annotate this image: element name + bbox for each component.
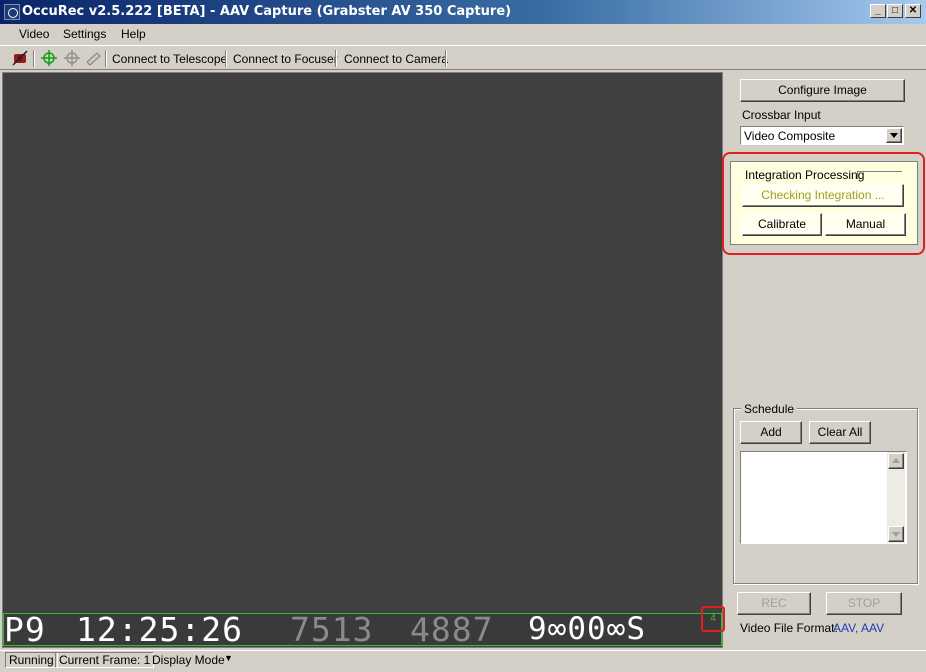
crossbar-selected-value: Video Composite [744,129,836,143]
window-title: OccuRec v2.5.222 [BETA] - AAV Capture (G… [22,4,512,19]
menu-bar: Video Settings Help [0,24,926,45]
configure-image-button[interactable]: Configure Image [740,79,905,102]
toolbar-separator [335,50,337,67]
status-current-frame: Current Frame: 1 [55,652,155,668]
close-button[interactable]: ✕ [905,4,921,18]
scroll-down-icon[interactable] [888,526,904,542]
app-icon [4,4,20,20]
connect-camera-button[interactable]: Connect to Camera [344,52,448,66]
add-schedule-button[interactable]: Add [740,421,802,444]
menu-help[interactable]: Help [121,27,146,41]
chevron-down-icon[interactable] [886,128,902,143]
schedule-title: Schedule [741,402,798,416]
title-bar[interactable]: OccuRec v2.5.222 [BETA] - AAV Capture (G… [0,0,926,24]
display-mode-dropdown[interactable]: Display Mode [152,653,225,667]
toolbar: Connect to Telescope Connect to Focuser … [0,45,926,70]
schedule-scrollbar[interactable] [887,452,905,543]
osd-time: 12:25:26 [76,610,243,649]
crosshair-green-icon[interactable] [41,50,57,66]
osd-field-2: 4887 [410,610,494,649]
toolbar-separator [445,50,447,67]
osd-prefix: P9 [4,610,46,649]
maximize-button[interactable]: □ [887,4,903,18]
camera-off-icon[interactable] [12,50,28,66]
video-display[interactable] [2,72,723,648]
schedule-list[interactable] [740,451,907,544]
menu-settings[interactable]: Settings [63,27,106,41]
checking-integration-button[interactable]: Checking Integration ... [742,184,904,207]
toolbar-separator [225,50,227,67]
stop-button[interactable]: STOP [826,592,902,615]
frame-counter-badge: 4 [701,606,725,632]
scroll-up-icon[interactable] [888,453,904,469]
toolbar-separator [33,50,35,67]
integration-progress-bar [857,171,902,179]
integration-processing-label: Integration Processing [745,168,865,182]
connect-telescope-button[interactable]: Connect to Telescope [112,52,227,66]
status-running: Running [5,652,58,668]
calibrate-button[interactable]: Calibrate [742,213,822,236]
chevron-down-icon[interactable]: ▼ [224,653,233,663]
crossbar-input-label: Crossbar Input [742,108,821,122]
manual-button[interactable]: Manual [825,213,906,236]
video-file-format-label: Video File Format: [740,621,838,635]
menu-video[interactable]: Video [19,27,49,41]
toolbar-separator [105,50,107,67]
crosshair-gray-icon[interactable] [64,50,80,66]
osd-field-1: 7513 [290,610,374,649]
minimize-button[interactable]: _ [870,4,886,18]
rec-button[interactable]: REC [737,592,811,615]
telescope-icon[interactable] [85,50,101,66]
clear-all-button[interactable]: Clear All [809,421,871,444]
connect-focuser-button[interactable]: Connect to Focuser [233,52,338,66]
video-file-format-value: AAV, AAV [833,621,885,635]
osd-field-3: 9∞00∞S [528,611,646,647]
